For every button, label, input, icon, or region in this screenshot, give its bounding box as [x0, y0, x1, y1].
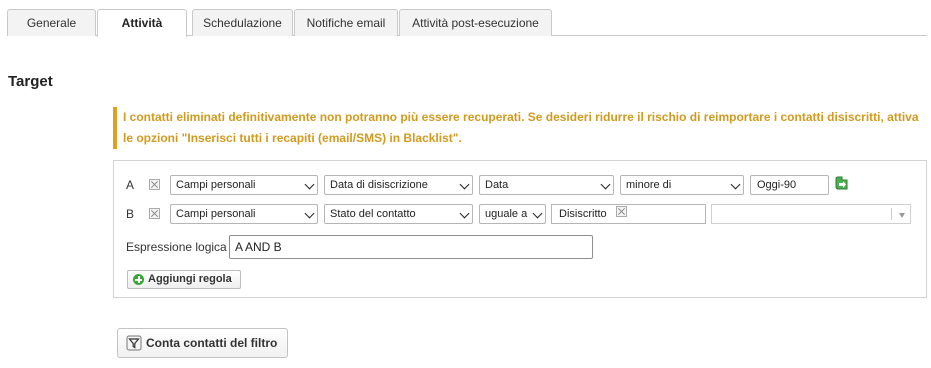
count-contacts-label: Conta contatti del filtro	[146, 336, 278, 350]
tab-generale[interactable]: Generale	[7, 9, 96, 36]
chevron-down-icon	[459, 179, 470, 190]
add-rule-button[interactable]: Aggiungi regola	[127, 270, 241, 289]
logic-expression-label: Espressione logica	[126, 240, 227, 254]
rule-letter: B	[126, 207, 135, 221]
select-value: Campi personali	[176, 179, 256, 191]
warning-message: I contatti eliminati definitivamente non…	[113, 107, 925, 149]
filter-rules-box: A Campi personali Data di disiscrizione …	[113, 160, 927, 298]
chevron-down-icon	[532, 208, 543, 219]
tab-notifiche-email[interactable]: Notifiche email	[294, 9, 398, 36]
remove-rule-icon[interactable]	[149, 179, 160, 190]
field-select[interactable]: Data di disiscrizione	[324, 175, 473, 195]
add-circle-icon	[133, 274, 144, 285]
add-rule-label: Aggiungi regola	[148, 273, 232, 285]
chevron-down-icon	[304, 208, 315, 219]
select-value: Data	[485, 179, 509, 191]
remove-rule-icon[interactable]	[149, 208, 160, 219]
remove-tag-icon[interactable]	[616, 206, 627, 217]
field-select[interactable]: Stato del contatto	[324, 204, 473, 224]
extra-combo-select[interactable]	[711, 204, 911, 224]
select-value: Stato del contatto	[330, 208, 416, 220]
tab-attivita-post-esecuzione[interactable]: Attività post-esecuzione	[399, 9, 552, 36]
value-tag: Disiscritto	[559, 208, 607, 220]
chevron-down-icon	[600, 179, 611, 190]
chevron-down-icon	[304, 179, 315, 190]
count-contacts-button[interactable]: Conta contatti del filtro	[117, 328, 288, 358]
select-value: uguale a	[485, 208, 528, 220]
value-input[interactable]: Oggi-90	[750, 175, 829, 195]
chevron-down-icon	[459, 208, 470, 219]
select-value: Data di disiscrizione	[330, 179, 428, 191]
tab-attivita[interactable]: Attività	[97, 9, 187, 37]
field-group-select[interactable]: Campi personali	[170, 175, 318, 195]
operator-select[interactable]: minore di	[620, 175, 744, 195]
select-value: Campi personali	[176, 208, 256, 220]
rule-letter: A	[126, 178, 135, 192]
tab-schedulazione[interactable]: Schedulazione	[192, 9, 293, 36]
chevron-down-icon	[730, 179, 741, 190]
select-value: minore di	[626, 179, 672, 191]
logic-expression-input[interactable]: A AND B	[229, 235, 593, 259]
green-arrow-icon[interactable]	[834, 176, 849, 192]
combo-separator	[891, 208, 892, 220]
type-select[interactable]: Data	[479, 175, 614, 195]
section-title: Target	[8, 73, 53, 90]
tab-bar: Generale Attività Schedulazione Notifich…	[7, 9, 927, 37]
field-group-select[interactable]: Campi personali	[170, 204, 318, 224]
value-tag-input[interactable]: Disiscritto	[551, 204, 706, 224]
operator-select[interactable]: uguale a	[479, 204, 546, 224]
dropdown-arrow-icon	[899, 213, 905, 218]
filter-funnel-icon	[126, 335, 142, 351]
